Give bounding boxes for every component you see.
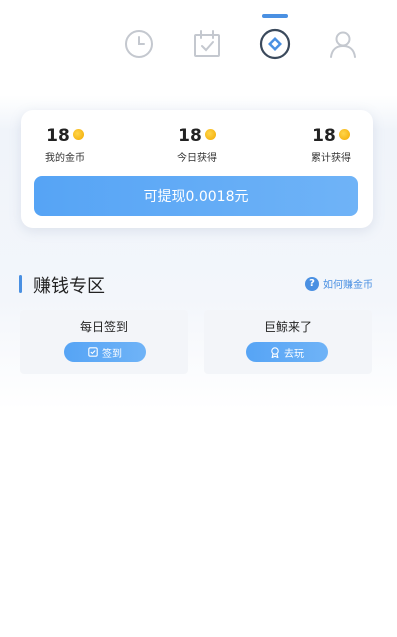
checkin-button[interactable]: 签到 [64, 342, 146, 362]
stat-today-earned: 18 今日获得 [171, 126, 223, 164]
coin-stats-card: 18 我的金币 18 今日获得 18 累计获得 可提现0.0018元 [21, 110, 373, 228]
user-icon [330, 31, 356, 58]
tab-profile[interactable] [323, 24, 363, 64]
how-to-earn-label: 如何赚金币 [323, 280, 373, 291]
task-title: 每日签到 [79, 320, 128, 334]
task-card-whale: 巨鲸来了 去玩 [204, 310, 372, 374]
badge-icon [270, 346, 280, 358]
my-coins-label: 我的金币 [45, 153, 85, 164]
coin-icon [204, 128, 216, 140]
today-earned-label: 今日获得 [177, 153, 217, 164]
total-earned-label: 累计获得 [311, 153, 351, 164]
today-earned-value: 18 [178, 126, 202, 146]
checkin-button-label: 签到 [102, 348, 122, 360]
diamond-icon [259, 28, 291, 60]
play-button-label: 去玩 [284, 348, 304, 360]
task-title: 巨鲸来了 [263, 320, 312, 334]
tab-history[interactable] [119, 24, 159, 64]
earn-section-header: 赚钱专区 ? 如何赚金币 [19, 272, 379, 298]
check-square-icon [88, 347, 98, 357]
tab-earn[interactable] [255, 24, 295, 64]
my-coins-value: 18 [46, 126, 70, 146]
play-button[interactable]: 去玩 [246, 342, 328, 362]
how-to-earn-link[interactable]: ? 如何赚金币 [305, 276, 373, 291]
clock-icon [125, 30, 153, 58]
question-icon: ? [305, 276, 319, 291]
withdraw-button[interactable]: 可提现0.0018元 [34, 176, 358, 216]
tab-checkin[interactable] [187, 24, 227, 64]
section-accent-bar [19, 275, 22, 293]
active-tab-indicator [262, 14, 288, 18]
coin-icon [72, 128, 84, 140]
calendar-check-icon [194, 30, 220, 57]
section-title: 赚钱专区 [33, 276, 105, 297]
stat-total-earned: 18 累计获得 [303, 126, 359, 164]
coin-icon [338, 128, 350, 140]
top-tab-bar [0, 0, 397, 90]
total-earned-value: 18 [312, 126, 336, 146]
stat-my-coins: 18 我的金币 [39, 126, 91, 164]
task-card-daily-checkin: 每日签到 签到 [20, 310, 188, 374]
